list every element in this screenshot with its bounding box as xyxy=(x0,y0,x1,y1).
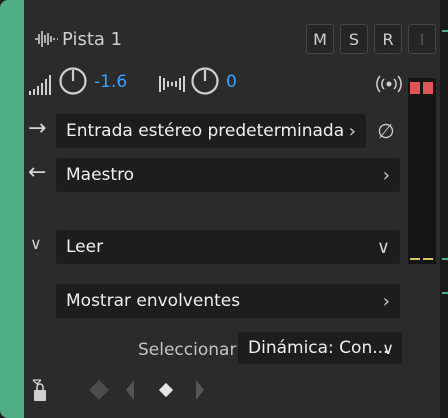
meter-peak-left xyxy=(410,258,420,260)
input-label: Entrada estéreo predeterminada xyxy=(66,121,345,141)
clip-indicator-left[interactable] xyxy=(410,82,420,94)
diamond-icon[interactable] xyxy=(84,376,114,404)
expand-chevron-icon[interactable]: ∨ xyxy=(30,234,42,253)
chevron-down-icon: ∨ xyxy=(376,236,390,258)
meter-peak-right xyxy=(423,258,433,260)
envelopes-label: Mostrar envolventes xyxy=(66,291,241,311)
output-label: Maestro xyxy=(66,165,135,185)
input-select[interactable]: Entrada estéreo predeterminada › xyxy=(56,114,366,148)
volume-knob[interactable] xyxy=(58,66,88,96)
track-name-input[interactable]: Pista 1 xyxy=(62,24,282,54)
edge-marker xyxy=(442,292,448,294)
volume-value[interactable]: -1.6 xyxy=(94,72,127,92)
chevron-down-icon: ∨ xyxy=(382,338,394,358)
input-arrow-icon: → xyxy=(28,116,47,141)
select-label: Seleccionar: xyxy=(138,340,242,360)
parameter-select[interactable]: Dinámica: Con... ∨ xyxy=(238,332,402,364)
output-arrow-icon: ← xyxy=(28,160,47,185)
pan-value[interactable]: 0 xyxy=(226,72,237,92)
edge-marker xyxy=(442,30,448,32)
chevron-right-icon: › xyxy=(348,120,356,142)
panel-edge xyxy=(440,0,448,418)
monitor-icon[interactable] xyxy=(374,74,404,94)
clip-indicator-right[interactable] xyxy=(423,82,433,94)
add-keyframe-icon[interactable] xyxy=(154,376,178,404)
automation-mode-label: Leer xyxy=(66,237,104,257)
pan-knob[interactable] xyxy=(190,66,220,96)
level-meter xyxy=(408,78,436,264)
show-envelopes-button[interactable]: Mostrar envolventes › xyxy=(56,284,400,318)
phase-icon[interactable]: ∅ xyxy=(372,114,400,148)
mute-button[interactable]: M xyxy=(306,24,334,54)
next-keyframe-icon[interactable] xyxy=(192,376,208,404)
lock-icon[interactable] xyxy=(28,376,54,404)
volume-icon xyxy=(28,72,54,96)
output-select[interactable]: Maestro › xyxy=(56,158,400,192)
input-monitor-button[interactable]: I xyxy=(408,24,436,54)
solo-button[interactable]: S xyxy=(340,24,368,54)
chevron-right-icon: › xyxy=(382,164,390,186)
pan-icon xyxy=(158,72,186,96)
record-arm-button[interactable]: R xyxy=(374,24,402,54)
automation-mode-select[interactable]: Leer ∨ xyxy=(56,230,400,264)
waveform-icon xyxy=(34,28,58,50)
edge-marker xyxy=(442,258,448,260)
prev-keyframe-icon[interactable] xyxy=(122,376,138,404)
chevron-right-icon: › xyxy=(382,290,390,312)
parameter-value: Dinámica: Con... xyxy=(248,338,389,358)
track-color-strip xyxy=(0,0,24,418)
